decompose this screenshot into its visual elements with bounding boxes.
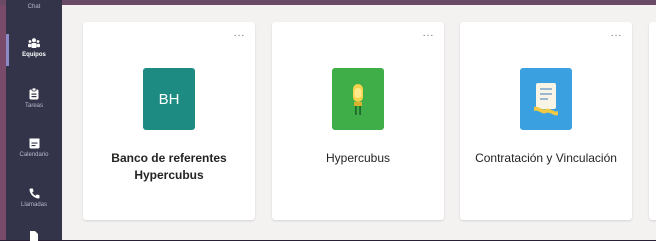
calls-icon [28, 188, 39, 199]
teams-grid: ··· BH Banco de referentes Hypercubus ··… [62, 5, 656, 240]
rail-item-label: Calendario [19, 152, 49, 158]
team-card[interactable]: ··· Hypercubus [272, 22, 444, 220]
teams-icon [28, 38, 40, 48]
rail-item-chat[interactable]: Chat [6, 4, 62, 10]
rail-item-teams[interactable]: Equipos [6, 34, 62, 66]
rail-item-label: Llamadas [20, 202, 47, 208]
team-name: Hypercubus [325, 151, 391, 165]
team-avatar [332, 68, 384, 130]
rail-item-label: Chat [27, 4, 41, 10]
team-avatar [520, 68, 572, 130]
team-card-partial[interactable] [649, 22, 656, 220]
rail-item-label: Tareas [24, 103, 43, 109]
lightbulb-icon [353, 84, 363, 115]
team-card[interactable]: ··· Contratación y Vinculación [460, 22, 632, 220]
team-card[interactable]: ··· BH Banco de referentes Hypercubus [83, 22, 255, 220]
rail-item-calls[interactable]: Llamadas [6, 188, 62, 208]
calendar-icon [29, 138, 39, 149]
more-options-icon[interactable]: ··· [234, 30, 246, 41]
team-initials: BH [158, 90, 180, 108]
team-avatar: BH [143, 68, 195, 130]
more-options-icon[interactable]: ··· [423, 30, 435, 41]
rail-item-calendar[interactable]: Calendario [6, 138, 62, 158]
more-options-icon[interactable]: ··· [611, 30, 623, 41]
team-name: Banco de referentes Hypercubus [111, 151, 227, 182]
certificate-icon [534, 83, 558, 116]
assignments-icon [29, 88, 39, 100]
team-name: Contratación y Vinculación [475, 151, 617, 165]
app-rail: Chat Equipos Tareas Calendario Llamadas [6, 0, 62, 241]
rail-item-assignments[interactable]: Tareas [6, 88, 62, 109]
rail-item-label: Equipos [22, 52, 46, 58]
